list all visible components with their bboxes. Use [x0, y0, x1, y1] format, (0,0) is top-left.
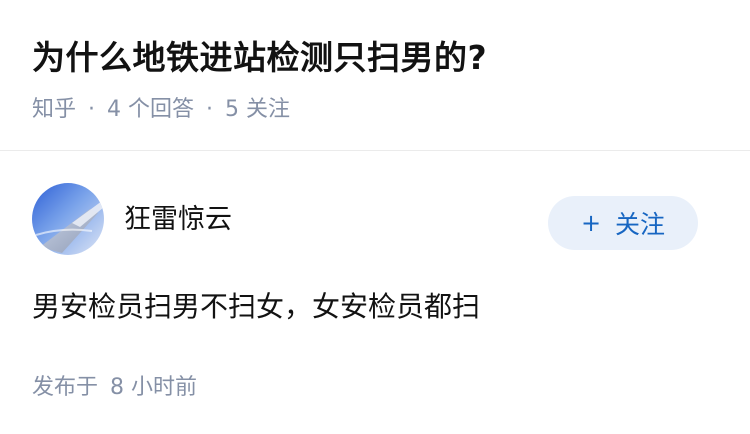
answer-card: 狂雷惊云 + 关注 男安检员扫男不扫女，女安检员都扫 发布于 8 小时前 [32, 182, 698, 401]
follow-button-label: 关注 [615, 210, 666, 239]
avatar[interactable] [32, 183, 104, 255]
source-label[interactable]: 知乎 [32, 95, 76, 125]
answer-content[interactable]: 男安检员扫男不扫女，女安检员都扫 [32, 287, 698, 327]
question-header: 为什么地铁进站检测只扫男的? 知乎 · 4 个回答 · 5 关注 [32, 34, 718, 125]
section-divider [0, 150, 750, 151]
follower-count: 5 [225, 97, 240, 122]
author-name[interactable]: 狂雷惊云 [124, 197, 548, 236]
follower-count-label[interactable]: 关注 [246, 95, 290, 125]
question-meta: 知乎 · 4 个回答 · 5 关注 [32, 95, 718, 125]
question-title[interactable]: 为什么地铁进站检测只扫男的? [32, 34, 718, 82]
meta-separator: · [206, 97, 214, 122]
author-row: 狂雷惊云 + 关注 [32, 182, 698, 256]
published-time: 8 小时前 [110, 375, 198, 400]
question-page: 为什么地铁进站检测只扫男的? 知乎 · 4 个回答 · 5 关注 狂雷惊云 + … [0, 0, 750, 434]
avatar-image [32, 183, 104, 255]
answer-count: 4 [107, 97, 122, 122]
answer-published-time: 发布于 8 小时前 [32, 369, 698, 401]
follow-button[interactable]: + 关注 [548, 196, 698, 250]
published-prefix: 发布于 [32, 375, 99, 400]
plus-icon: + [580, 209, 602, 237]
answer-count-label[interactable]: 个回答 [128, 95, 194, 125]
meta-separator: · [88, 97, 96, 122]
